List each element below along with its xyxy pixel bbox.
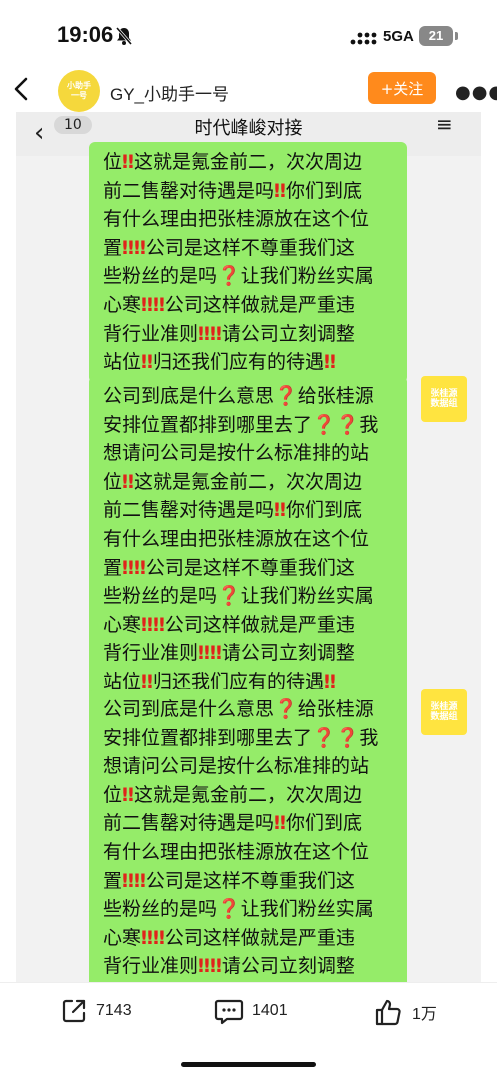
like-button[interactable]: 1万 xyxy=(374,997,437,1027)
message-avatar-2[interactable]: 张桂源 数据组 xyxy=(421,376,467,422)
thumbs-up-icon xyxy=(375,999,401,1026)
status-time: 19:06 xyxy=(57,22,114,47)
username[interactable]: GY_小助手一号 xyxy=(110,80,229,105)
msg2-line-3: 想请问公司是按什么标准排的站 xyxy=(103,442,370,465)
msg-avatar-text-1: 张桂源 xyxy=(430,389,458,399)
signal-icon xyxy=(350,32,377,45)
more-options-icon[interactable]: ●●● xyxy=(455,82,497,103)
share-button[interactable]: 7143 xyxy=(60,997,132,1025)
msg3-line-2: 安排位置都排到哪里去了❓❓我 xyxy=(103,726,379,749)
msg3-line-9: 心寒‼‼公司这样做就是严重违 xyxy=(103,926,355,949)
chat-screenshot[interactable]: 时代峰峻对接 ‹ 10 ≡ 位‼这就是氪金前二，次次周边 前二售罄对待遇是吗‼你… xyxy=(16,112,481,988)
chat-message-3: 公司到底是什么意思❓给张桂源 安排位置都排到哪里去了❓❓我 想请问公司是按什么标… xyxy=(89,689,407,988)
home-indicator[interactable] xyxy=(181,1062,316,1067)
avatar-text-2: 一号 xyxy=(71,91,87,100)
avatar-text-1: 小助手 xyxy=(67,81,91,90)
msg1-line-7: 背行业准则‼‼请公司立刻调整 xyxy=(103,322,355,345)
msg2-line-9: 心寒‼‼公司这样做就是严重违 xyxy=(103,613,355,636)
battery-level: 21 xyxy=(419,26,453,46)
msg2-line-8: 些粉丝的是吗❓让我们粉丝实属 xyxy=(103,585,374,608)
msg2-line-4: 位‼这就是氪金前二，次次周边 xyxy=(103,470,362,493)
mute-bell-icon xyxy=(115,27,133,45)
comment-count: 1401 xyxy=(252,1002,288,1019)
msg-avatar-text-2: 数据组 xyxy=(430,399,458,409)
post-header: 小助手 一号 GY_小助手一号 +关注 ●●● xyxy=(0,58,497,120)
msg3-line-6: 有什么理由把张桂源放在这个位 xyxy=(103,840,370,863)
msg3-line-5: 前二售罄对待遇是吗‼你们到底 xyxy=(103,812,362,835)
msg-avatar-text-2: 数据组 xyxy=(430,712,458,722)
msg2-line-7: 置‼‼公司是这样不尊重我们这 xyxy=(103,556,355,579)
user-avatar[interactable]: 小助手 一号 xyxy=(58,70,100,112)
share-count: 7143 xyxy=(96,1002,132,1019)
network-type: 5GA xyxy=(383,28,414,45)
comment-button[interactable]: 1401 xyxy=(214,997,288,1025)
msg2-line-2: 安排位置都排到哪里去了❓❓我 xyxy=(103,413,379,436)
share-icon xyxy=(62,999,86,1023)
back-arrow-icon[interactable] xyxy=(10,76,34,102)
chat-back-icon: ‹ xyxy=(34,118,45,148)
msg1-line-4: 置‼‼公司是这样不尊重我们这 xyxy=(103,236,355,259)
msg2-line-6: 有什么理由把张桂源放在这个位 xyxy=(103,527,370,550)
like-count: 1万 xyxy=(412,1006,437,1023)
msg2-line-10: 背行业准则‼‼请公司立刻调整 xyxy=(103,642,355,665)
msg3-line-1: 公司到底是什么意思❓给张桂源 xyxy=(103,698,374,720)
chat-message-1: 位‼这就是氪金前二，次次周边 前二售罄对待遇是吗‼你们到底 有什么理由把张桂源放… xyxy=(89,142,407,383)
msg-avatar-text-1: 张桂源 xyxy=(430,702,458,712)
msg1-line-2: 前二售罄对待遇是吗‼你们到底 xyxy=(103,179,362,202)
msg2-line-1: 公司到底是什么意思❓给张桂源 xyxy=(103,385,374,407)
follow-button[interactable]: +关注 xyxy=(368,72,436,104)
chat-menu-icon: ≡ xyxy=(436,112,454,136)
msg1-line-1: 位‼这就是氪金前二，次次周边 xyxy=(103,151,362,173)
msg3-line-3: 想请问公司是按什么标准排的站 xyxy=(103,755,370,778)
comment-icon xyxy=(214,999,244,1025)
msg3-line-8: 些粉丝的是吗❓让我们粉丝实属 xyxy=(103,898,374,921)
msg3-line-7: 置‼‼公司是这样不尊重我们这 xyxy=(103,869,355,892)
chat-unread-count: 10 xyxy=(54,116,92,134)
msg1-line-3: 有什么理由把张桂源放在这个位 xyxy=(103,208,370,231)
msg3-line-10: 背行业准则‼‼请公司立刻调整 xyxy=(103,955,355,978)
msg2-line-5: 前二售罄对待遇是吗‼你们到底 xyxy=(103,499,362,522)
msg1-line-6: 心寒‼‼公司这样做就是严重违 xyxy=(103,293,355,316)
msg1-line-8: 站位‼归还我们应有的待遇‼ xyxy=(103,351,336,374)
msg1-line-5: 些粉丝的是吗❓让我们粉丝实属 xyxy=(103,265,374,288)
message-avatar-3[interactable]: 张桂源 数据组 xyxy=(421,689,467,735)
msg3-line-4: 位‼这就是氪金前二，次次周边 xyxy=(103,783,362,806)
chat-message-2: 公司到底是什么意思❓给张桂源 安排位置都排到哪里去了❓❓我 想请问公司是按什么标… xyxy=(89,376,407,703)
battery-tip xyxy=(455,32,458,40)
